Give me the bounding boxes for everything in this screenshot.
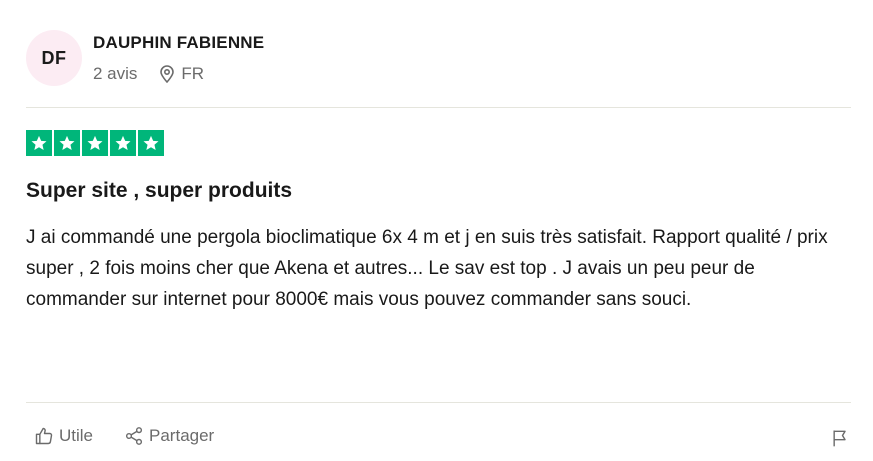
useful-button[interactable]: Utile — [34, 426, 93, 446]
avatar-initials: DF — [41, 47, 67, 68]
review-body: J ai commandé une pergola bioclimatique … — [26, 227, 828, 310]
avatar[interactable]: DF — [26, 30, 82, 86]
report-button[interactable] — [830, 428, 850, 453]
star-icon — [138, 130, 164, 156]
star-icon — [82, 130, 108, 156]
share-label: Partager — [149, 426, 215, 445]
star-icon — [26, 130, 52, 156]
thumbs-up-icon — [35, 427, 53, 445]
divider — [26, 402, 851, 403]
review-title[interactable]: Super site , super produits — [26, 179, 292, 203]
map-pin-icon — [160, 65, 175, 83]
share-icon — [125, 427, 143, 445]
review-count: 2 avis — [93, 64, 138, 83]
divider — [26, 107, 851, 108]
reviewer-name[interactable]: DAUPHIN FABIENNE — [93, 33, 264, 53]
star-icon — [110, 130, 136, 156]
reviewer-location: FR — [159, 64, 204, 84]
star-icon — [54, 130, 80, 156]
reviewer-country: FR — [181, 64, 205, 83]
flag-icon — [833, 430, 846, 447]
reviewer-meta: 2 avis FR — [93, 64, 204, 84]
star-rating — [26, 130, 166, 156]
useful-label: Utile — [59, 426, 94, 445]
review-card: DF DAUPHIN FABIENNE 2 avis FR Super site… — [0, 0, 873, 461]
review-actions: Utile Partager — [34, 426, 214, 446]
share-button[interactable]: Partager — [124, 426, 214, 446]
